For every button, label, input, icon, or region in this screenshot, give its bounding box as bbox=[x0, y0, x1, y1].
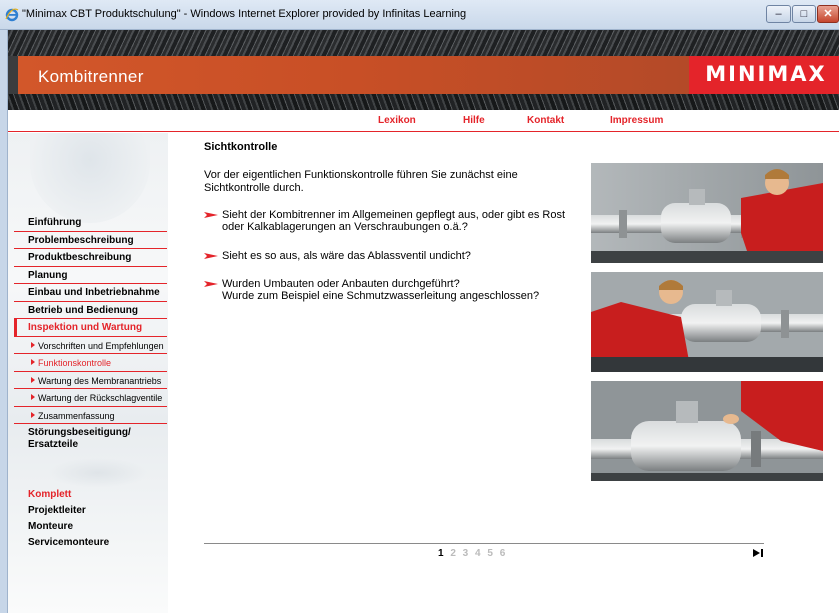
nav-kontakt[interactable]: Kontakt bbox=[527, 115, 564, 126]
submenu-label: Wartung des Membranantriebs bbox=[38, 375, 162, 386]
photo-inspection-1 bbox=[591, 163, 823, 263]
submenu-label: Wartung der Rückschlagventile bbox=[38, 393, 163, 403]
page-content: Kombitrenner MINIMAX Lexikon Hilfe Konta… bbox=[8, 30, 839, 613]
page-current[interactable]: 1 bbox=[438, 548, 446, 559]
role-selector: Komplett Projektleiter Monteure Servicem… bbox=[28, 489, 109, 553]
sidebar-decoration bbox=[30, 133, 150, 223]
internet-explorer-icon bbox=[5, 8, 19, 22]
menu-item-einbau[interactable]: Einbau und Inbetriebnahme bbox=[14, 284, 167, 302]
close-button[interactable]: ✕ bbox=[817, 5, 839, 23]
submenu-item-funktionskontrolle[interactable]: Funktionskontrolle bbox=[14, 354, 167, 372]
nav-hilfe[interactable]: Hilfe bbox=[463, 115, 485, 126]
submenu-item-zusammenfassung[interactable]: Zusammenfassung bbox=[14, 407, 167, 424]
minimax-logo: MINIMAX bbox=[705, 62, 827, 86]
sidebar-menu: Einführung Problembeschreibung Produktbe… bbox=[14, 214, 167, 454]
red-pointer-icon bbox=[204, 281, 218, 287]
minimize-button[interactable]: – bbox=[766, 5, 791, 23]
nav-lexikon[interactable]: Lexikon bbox=[378, 115, 416, 126]
role-projektleiter[interactable]: Projektleiter bbox=[28, 505, 109, 521]
arrow-right-icon bbox=[31, 359, 35, 365]
submenu-item-vorschriften[interactable]: Vorschriften und Empfehlungen bbox=[14, 337, 167, 354]
photo-inspection-2 bbox=[591, 272, 823, 372]
menu-item-inspektion-wartung[interactable]: Inspektion und Wartung bbox=[14, 319, 167, 337]
arrow-right-icon bbox=[31, 376, 35, 383]
title-bar: "Minimax CBT Produktschulung" - Windows … bbox=[0, 0, 839, 30]
checklist-item: Wurden Umbauten oder Anbauten durchgefüh… bbox=[204, 278, 574, 302]
page-others[interactable]: 2 3 4 5 6 bbox=[450, 548, 507, 559]
banner-texture-top bbox=[8, 30, 839, 56]
top-navigation: Lexikon Hilfe Kontakt Impressum bbox=[8, 110, 839, 132]
role-servicemonteure[interactable]: Servicemonteure bbox=[28, 537, 109, 553]
maximize-button[interactable]: □ bbox=[792, 5, 816, 23]
role-monteure[interactable]: Monteure bbox=[28, 521, 109, 537]
menu-item-einfuehrung[interactable]: Einführung bbox=[14, 214, 167, 232]
checklist-item: Sieht es so aus, als wäre das Ablassvent… bbox=[204, 250, 574, 262]
page-title: Sichtkontrolle bbox=[204, 141, 278, 153]
checklist-text-line1: Sieht der Kombitrenner im Allgemeinen ge… bbox=[222, 209, 566, 221]
pagination: 1 2 3 4 5 6 bbox=[438, 548, 507, 559]
menu-label-line1: Störungsbeseitigung/ bbox=[28, 427, 131, 438]
banner-texture-bottom bbox=[8, 94, 839, 110]
maximize-icon: □ bbox=[800, 8, 808, 20]
intro-text: Vor der eigentlichen Funktionskontrolle … bbox=[204, 169, 518, 194]
checklist-text-line2: Wurde zum Beispiel eine Schmutzwasserlei… bbox=[222, 290, 540, 302]
close-icon: ✕ bbox=[823, 8, 833, 20]
arrow-right-icon bbox=[31, 394, 35, 400]
menu-item-problembeschreibung[interactable]: Problembeschreibung bbox=[14, 232, 167, 249]
arrow-right-icon bbox=[31, 341, 35, 348]
submenu-item-membranantrieb[interactable]: Wartung des Membranantriebs bbox=[14, 372, 167, 389]
checklist-text-line1: Wurden Umbauten oder Anbauten durchgefüh… bbox=[222, 278, 460, 290]
checklist-text-line1: Sieht es so aus, als wäre das Ablassvent… bbox=[222, 250, 471, 262]
role-komplett[interactable]: Komplett bbox=[28, 489, 109, 505]
submenu-label: Zusammenfassung bbox=[38, 410, 115, 421]
submenu-label: Funktionskontrolle bbox=[38, 358, 112, 368]
menu-item-produktbeschreibung[interactable]: Produktbeschreibung bbox=[14, 249, 167, 267]
pager-divider bbox=[204, 543, 764, 544]
nav-impressum[interactable]: Impressum bbox=[610, 115, 663, 126]
minimize-icon: – bbox=[775, 8, 782, 20]
submenu-label: Vorschriften und Empfehlungen bbox=[38, 340, 164, 351]
arrow-right-icon bbox=[31, 411, 35, 418]
course-title: Kombitrenner bbox=[38, 67, 144, 86]
menu-item-planung[interactable]: Planung bbox=[14, 267, 167, 284]
photo-inspection-3 bbox=[591, 381, 823, 481]
menu-item-betrieb[interactable]: Betrieb und Bedienung bbox=[14, 302, 167, 319]
browser-window: "Minimax CBT Produktschulung" - Windows … bbox=[0, 0, 839, 613]
menu-label-line2: Ersatzteile bbox=[28, 439, 79, 450]
skip-forward-icon[interactable] bbox=[753, 549, 763, 557]
sidebar-decoration-lower bbox=[48, 458, 148, 488]
window-title: "Minimax CBT Produktschulung" - Windows … bbox=[22, 8, 467, 20]
red-pointer-icon bbox=[204, 253, 218, 259]
checklist-item: Sieht der Kombitrenner im Allgemeinen ge… bbox=[204, 209, 574, 233]
red-pointer-icon bbox=[204, 212, 218, 218]
window-frame-left bbox=[0, 30, 8, 613]
menu-item-stoerungsbeseitigung[interactable]: Störungsbeseitigung/ Ersatzteile bbox=[14, 424, 167, 454]
submenu-item-rueckschlagventile[interactable]: Wartung der Rückschlagventile bbox=[14, 389, 167, 407]
checklist-text-line2: oder Kalkablagerungen an Verschraubungen… bbox=[222, 221, 468, 233]
